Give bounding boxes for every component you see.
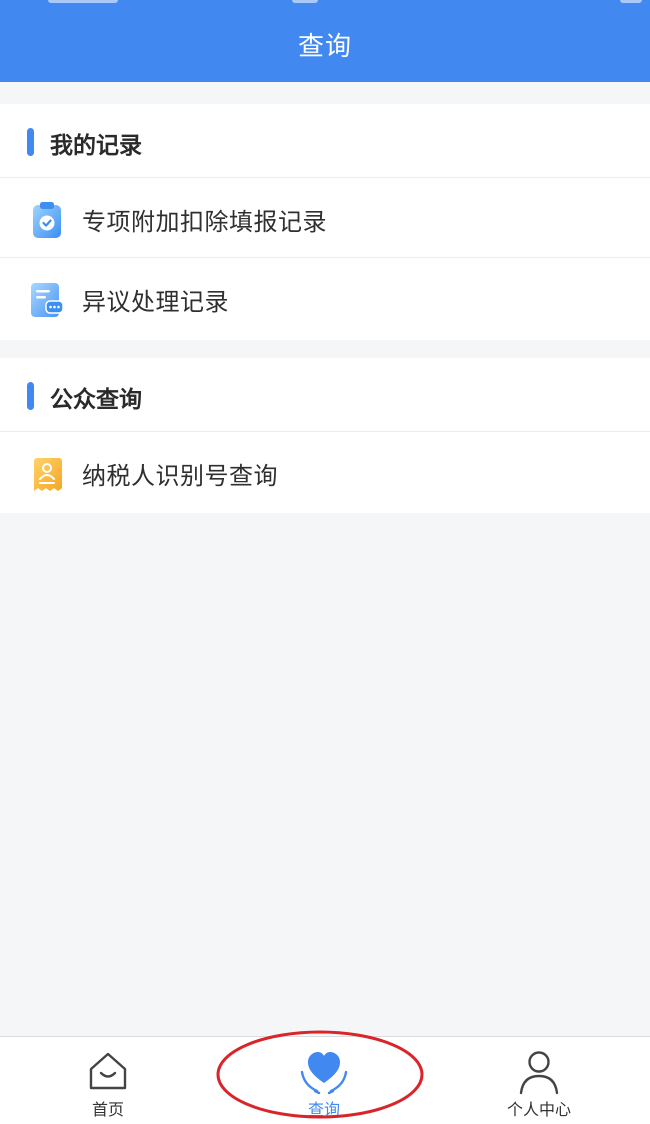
section-public-query: 公众查询 纳税人识别号查询 bbox=[0, 358, 650, 513]
nav-label: 查询 bbox=[307, 1100, 340, 1119]
menu-item-label: 纳税人识别号查询 bbox=[82, 462, 278, 490]
section-my-records: 我的记录 专项附加扣除填报记录 异议处理记录 bbox=[0, 104, 650, 340]
status-bar-remnant bbox=[0, 0, 650, 6]
document-chat-icon bbox=[31, 283, 64, 317]
section-title: 公众查询 bbox=[50, 387, 142, 413]
app-screen: 查询 我的记录 专项附加扣除填报记录 异议处理记录 公众查询 纳税人识别号查询 … bbox=[0, 0, 650, 1124]
heart-hands-icon bbox=[300, 1052, 348, 1095]
person-icon bbox=[519, 1051, 559, 1095]
bottom-navigation: 首页 查询 个人中心 bbox=[0, 1036, 650, 1124]
menu-item-label: 异议处理记录 bbox=[82, 288, 229, 316]
section-title: 我的记录 bbox=[50, 133, 142, 159]
home-icon bbox=[89, 1052, 127, 1090]
page-title: 查询 bbox=[297, 32, 352, 62]
section-header: 公众查询 bbox=[0, 358, 650, 432]
menu-item-taxpayer-id-query[interactable]: 纳税人识别号查询 bbox=[0, 432, 650, 512]
section-accent-bar bbox=[27, 128, 34, 156]
section-header: 我的记录 bbox=[0, 104, 650, 178]
nav-label: 个人中心 bbox=[506, 1100, 571, 1119]
header-bar: 查询 bbox=[0, 0, 650, 82]
id-card-icon bbox=[33, 458, 62, 491]
menu-item-deduction-records[interactable]: 专项附加扣除填报记录 bbox=[0, 178, 650, 258]
clipboard-check-icon bbox=[33, 202, 61, 238]
nav-label: 首页 bbox=[91, 1100, 124, 1119]
nav-item-home[interactable]: 首页 bbox=[58, 1037, 158, 1124]
nav-item-profile[interactable]: 个人中心 bbox=[489, 1037, 589, 1124]
section-accent-bar bbox=[27, 382, 34, 410]
menu-item-objection-records[interactable]: 异议处理记录 bbox=[0, 258, 650, 338]
menu-item-label: 专项附加扣除填报记录 bbox=[82, 208, 327, 236]
nav-item-query[interactable]: 查询 bbox=[274, 1037, 374, 1124]
